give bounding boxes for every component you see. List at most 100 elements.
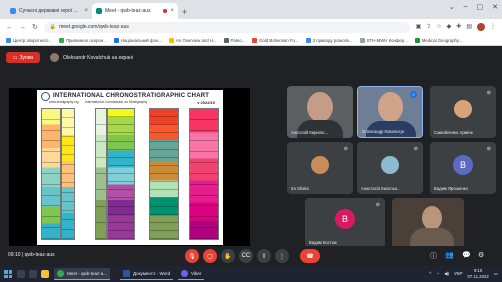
puzzle-icon[interactable]: ✚ (456, 23, 461, 31)
volume-icon[interactable]: ◀) (444, 271, 449, 277)
menu-icon[interactable]: ⋮ (490, 23, 496, 31)
present-icon: ▭ (12, 54, 18, 61)
chat-icon[interactable]: 💬 (462, 251, 471, 259)
language-indicator[interactable]: УКР (454, 271, 462, 276)
viber-icon (181, 270, 188, 277)
participant-name: Анастасія Кисельо... (361, 186, 401, 191)
participant-tile[interactable]: ⊘ Анастасія Кисельо... (357, 142, 423, 194)
captions-button[interactable]: CC (239, 249, 253, 263)
mic-off-icon: ⊘ (413, 146, 418, 152)
mic-off-icon: 🎙 (188, 253, 196, 260)
taskbar-app-viber[interactable]: Viber (178, 268, 205, 280)
bookmark-item[interactable]: Центр зворотного... (6, 37, 52, 43)
captions-icon: CC (241, 253, 251, 259)
participant-tile[interactable]: Анатолій Кирилю... (287, 86, 353, 138)
activities-icon[interactable]: ⚙ (478, 251, 484, 259)
back-icon[interactable]: ← (6, 24, 13, 31)
word-icon (123, 270, 130, 277)
bookmark-item[interactable]: З приводу розкопк... (305, 37, 353, 43)
participant-shirt (297, 120, 343, 138)
network-icon[interactable]: ◔ (436, 271, 439, 276)
more-options-button[interactable]: ⋮ (275, 249, 289, 263)
bookmark-label: Припинено охорон... (65, 37, 107, 43)
bookmark-icon (252, 37, 258, 43)
bookmark-item[interactable]: An Overview and H... (168, 37, 217, 43)
task-view-icon[interactable] (29, 270, 37, 278)
participant-tile[interactable]: ⊘ Самойленко Арміне (430, 86, 496, 138)
profile-avatar[interactable] (477, 23, 485, 31)
participant-tile-active[interactable]: ≡ Олександр Ковальчук (357, 86, 423, 138)
close-tab-icon[interactable]: × (170, 8, 174, 14)
mic-toggle-button[interactable]: 🎙 (185, 249, 199, 263)
notifications-icon[interactable]: ▭ (494, 271, 498, 277)
bookmark-icon (414, 37, 420, 43)
bookmark-icon (6, 37, 11, 43)
docs-favicon-icon (10, 8, 16, 14)
tab-docs[interactable]: Сучасні державні герої ... × (6, 3, 92, 19)
minimize-icon[interactable]: – (464, 3, 468, 11)
leave-call-button[interactable]: ☎ (300, 249, 320, 263)
mic-off-icon: ⊘ (343, 146, 348, 152)
taskbar-app-meet[interactable]: Meet - qwb-teaz-a... (54, 268, 111, 280)
extension-icon[interactable]: ◆ (447, 23, 452, 31)
reload-icon[interactable]: ↻ (32, 23, 38, 31)
bookmark-item[interactable]: Paleo... (223, 37, 245, 43)
sidebar-icon[interactable]: ▤ (466, 23, 472, 31)
participant-avatar-photo (311, 156, 329, 174)
forward-icon[interactable]: → (19, 24, 26, 31)
participant-name: Вадим Костюк (309, 240, 337, 245)
present-button[interactable]: ⇧ (257, 249, 271, 263)
bookmark-item[interactable]: Gold Bohemian Fo... (252, 37, 299, 43)
chevron-up-icon[interactable]: ^ (429, 271, 431, 276)
bookmark-item[interactable]: STH-MWH Конфер... (359, 37, 408, 43)
clock[interactable]: 9:10 07.11.2022 (468, 268, 489, 279)
recording-dot-icon (163, 9, 168, 13)
tab-meet[interactable]: Meet - qwb-teaz-aus × (92, 3, 178, 19)
bookmark-label: Gold Bohemian Fo... (259, 37, 299, 43)
maximize-icon[interactable]: ▢ (477, 3, 484, 11)
close-tab-icon[interactable]: × (84, 8, 88, 14)
meeting-details-icon[interactable]: ⓘ (430, 251, 437, 261)
url-input[interactable]: 🔒 meet.google.com/qwb-teaz-aus (43, 21, 410, 33)
chart-column-precambrian (189, 108, 219, 240)
chart-column-paleozoic-label (95, 108, 107, 240)
participant-tile[interactable]: ⊘ Ira Shako (287, 142, 353, 194)
close-window-icon[interactable]: ✕ (492, 3, 498, 11)
present-screen-icon: ⇧ (261, 253, 267, 260)
stop-presenting-label: Зупин (19, 54, 34, 61)
bookmark-item[interactable]: Припинено охорон... (58, 37, 107, 43)
more-vertical-icon: ⋮ (279, 253, 285, 260)
hang-up-icon: ☎ (306, 253, 314, 260)
windows-start-icon[interactable] (4, 270, 12, 278)
share-icon[interactable]: ⇪ (426, 23, 431, 31)
participant-video (422, 206, 442, 230)
raise-hand-button[interactable]: ✋ (221, 249, 235, 263)
bookmark-item[interactable]: Національний фон... (113, 37, 162, 43)
file-explorer-icon[interactable] (41, 270, 49, 278)
presenter-name: Oleksandr Kovalchuk на екрані (63, 54, 133, 61)
chevron-down-icon[interactable]: ⌄ (449, 3, 455, 11)
taskbar-app-word[interactable]: Документ1 - Word (120, 268, 174, 280)
meet-stage: ▭ Зупин Oleksandr Kovalchuk на екрані IN… (0, 46, 502, 266)
system-tray: ^ ◔ ◀) УКР 9:10 07.11.2022 ▭ (429, 268, 498, 279)
participant-tile[interactable]: В ⊘ Вадим Костюк (305, 198, 385, 248)
bookmark-item[interactable]: Medical Geography... (414, 37, 462, 43)
participant-tile[interactable]: В ⊘ Вадим Ярошенко (430, 142, 496, 194)
clock-date: 07.11.2022 (467, 273, 489, 279)
camera-toggle-button[interactable]: ▢ (203, 249, 217, 263)
speaking-icon: ≡ (410, 91, 417, 98)
stop-presenting-button[interactable]: ▭ Зупин (6, 52, 40, 63)
slide-org: International Commission on Stratigraphy (85, 100, 148, 104)
windows-taskbar: Meet - qwb-teaz-a... Документ1 - Word Vi… (0, 266, 502, 282)
star-icon[interactable]: ☆ (436, 23, 441, 31)
search-icon[interactable] (17, 270, 25, 278)
people-icon[interactable]: 👥 (445, 251, 454, 259)
bookmark-label: Національний фон... (120, 37, 162, 43)
participant-avatar-photo (454, 100, 472, 118)
slide-version: v 2022/10 (197, 100, 215, 105)
chart-column-mesozoic (107, 108, 135, 240)
camera-icon[interactable]: ▣ (416, 23, 422, 31)
self-view-tile[interactable] (392, 198, 464, 248)
new-tab-icon[interactable]: + (182, 7, 187, 17)
participant-name: Олександр Ковальчук (362, 129, 405, 134)
